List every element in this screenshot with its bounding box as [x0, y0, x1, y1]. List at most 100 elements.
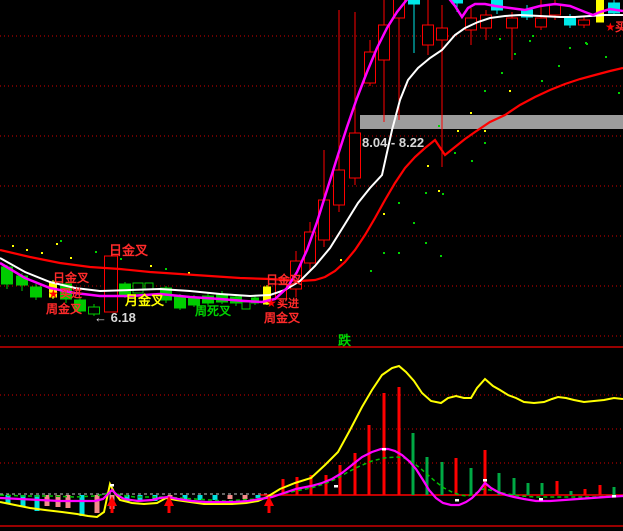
- annotation-text: 周金叉: [264, 310, 301, 325]
- indicator-dot-green: [425, 192, 427, 194]
- indicator-dot-green: [484, 90, 486, 92]
- indicator-dot-yellow: [26, 249, 28, 251]
- annotation-text: ← 6.18: [94, 310, 136, 325]
- indicator-dot-yellow: [150, 265, 152, 267]
- histogram-bar-up: [541, 483, 544, 495]
- indicator-dot-white: [455, 499, 459, 502]
- indicator-dot-green: [95, 251, 97, 253]
- histogram-bar-up: [470, 468, 473, 495]
- candle: [334, 170, 345, 205]
- indicator-dot-green: [605, 56, 607, 58]
- candle: [409, 0, 420, 4]
- histogram-bar-up: [455, 458, 458, 495]
- annotation-text: 周死叉: [195, 304, 232, 318]
- indicator-dot-green: [413, 222, 415, 224]
- indicator-dot-yellow: [56, 243, 58, 245]
- indicator-dot-green: [541, 80, 543, 82]
- indicator-dot-green: [471, 160, 473, 162]
- annotation-text: 买进: [277, 296, 299, 310]
- indicator-dot-yellow: [340, 259, 342, 261]
- candle: [31, 287, 42, 297]
- indicator-dot-green: [618, 92, 620, 94]
- histogram-bar-up: [613, 487, 616, 495]
- candle: [305, 232, 316, 263]
- indicator-dot-green: [514, 53, 516, 55]
- indicator-dot-green: [442, 193, 444, 195]
- histogram-bar-up: [296, 477, 299, 495]
- candle: [350, 133, 361, 178]
- indicator-dot-green: [558, 65, 560, 67]
- histogram-bar-up: [484, 450, 487, 495]
- annotation-text: 买进: [615, 19, 623, 34]
- star-marker-icon: ★: [266, 296, 277, 310]
- annotation-text: 8.04 - 8.22: [362, 135, 424, 150]
- indicator-dot-yellow: [70, 257, 72, 259]
- indicator-dot-green: [501, 72, 503, 74]
- annotation-text: 跌: [338, 333, 352, 348]
- indicator-dot-white: [382, 448, 386, 451]
- indicator-dot-white: [483, 479, 487, 482]
- indicator-sub-panel[interactable]: [0, 348, 623, 531]
- histogram-bar-down: [213, 495, 218, 500]
- indicator-dot-yellow: [470, 112, 472, 114]
- indicator-dot-green: [532, 35, 534, 37]
- candle: [565, 18, 576, 25]
- candle: [550, 5, 561, 15]
- indicator-dot-yellow: [438, 190, 440, 192]
- histogram-bar-up: [354, 453, 357, 495]
- candle: [145, 283, 153, 289]
- indicator-dot-green: [425, 242, 427, 244]
- histogram-bar-up: [383, 393, 386, 495]
- indicator-dot-green: [440, 255, 442, 257]
- indicator-dot-green: [370, 270, 372, 272]
- indicator-dot-yellow: [484, 130, 486, 132]
- histogram-bar-up: [556, 481, 559, 495]
- annotation-text: 月金叉: [124, 293, 165, 308]
- star-marker-icon: ★: [605, 20, 616, 34]
- candle: [423, 25, 434, 45]
- indicator-dot-white: [539, 498, 543, 501]
- annotation-text: 买进: [60, 286, 82, 300]
- indicator-dot-green: [499, 38, 501, 40]
- histogram-bar-down: [95, 495, 100, 513]
- histogram-bar-up: [441, 462, 444, 495]
- histogram-bar-up: [599, 485, 602, 495]
- candle: [175, 297, 186, 308]
- candle: [319, 200, 330, 240]
- indicator-dot-white: [110, 484, 114, 487]
- star-marker-icon: ★: [48, 287, 59, 301]
- indicator-dot-green: [383, 252, 385, 254]
- stock-chart-canvas: 日金叉日金叉买进周金叉月金叉周死叉日金叉买进周金叉← 6.188.04 - 8.…: [0, 0, 623, 531]
- histogram-bar-down: [228, 495, 233, 499]
- candle: [242, 302, 250, 309]
- annotation-text: 日金叉: [53, 270, 90, 285]
- histogram-bar-down: [243, 495, 248, 499]
- candle: [579, 20, 590, 25]
- indicator-dot-green: [454, 152, 456, 154]
- histogram-bar-up: [339, 465, 342, 495]
- candle: [437, 28, 448, 40]
- histogram-bar-up: [527, 483, 530, 495]
- indicator-dot-green: [569, 47, 571, 49]
- candle: [105, 256, 118, 312]
- annotation-text: 日金叉: [109, 243, 149, 258]
- indicator-dot-green: [438, 125, 440, 127]
- indicator-dot-green: [529, 40, 531, 42]
- histogram-bar-up: [368, 425, 371, 495]
- indicator-dot-white: [334, 485, 338, 488]
- indicator-dot-yellow: [12, 245, 14, 247]
- indicator-dot-green: [398, 202, 400, 204]
- histogram-bar-up: [584, 489, 587, 495]
- histogram-bar-up: [325, 475, 328, 495]
- indicator-dot-yellow: [457, 130, 459, 132]
- indicator-dot-green: [165, 268, 167, 270]
- histogram-bar-up: [570, 491, 573, 495]
- chart-screen: 日金叉日金叉买进周金叉月金叉周死叉日金叉买进周金叉← 6.188.04 - 8.…: [0, 0, 623, 531]
- indicator-dot-yellow: [427, 165, 429, 167]
- indicator-dot-green: [120, 258, 122, 260]
- annotation-text: 日金叉: [266, 272, 303, 287]
- indicator-dot-yellow: [383, 213, 385, 215]
- indicator-dot-white: [612, 495, 616, 498]
- candle: [536, 18, 547, 27]
- indicator-dot-green: [398, 252, 400, 254]
